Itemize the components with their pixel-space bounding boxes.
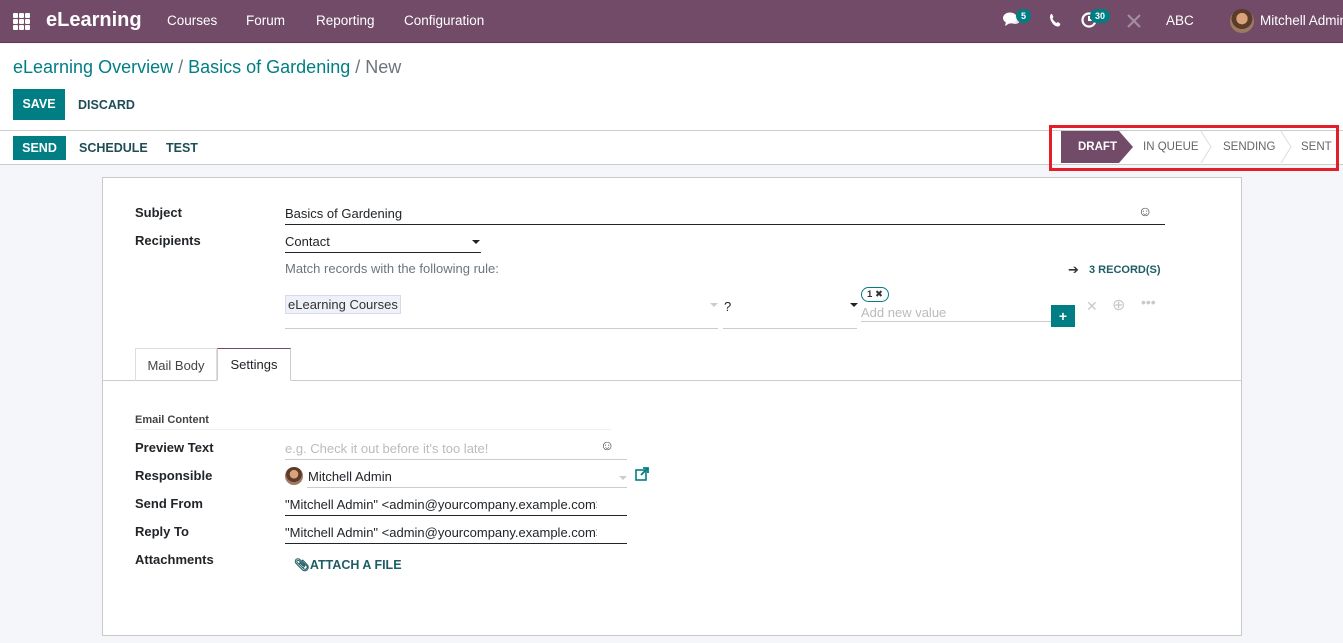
test-button[interactable]: TEST (166, 141, 198, 155)
reply-to-underline (285, 543, 627, 544)
rule-description: Match records with the following rule: (285, 261, 499, 276)
add-value-input[interactable]: Add new value (861, 305, 1051, 320)
recipients-underline (285, 252, 481, 253)
top-navbar: eLearning Courses Forum Reporting Config… (0, 0, 1343, 43)
send-from-underline (285, 515, 627, 516)
chevron-down-icon (710, 303, 718, 307)
domain-field-underline (285, 328, 718, 329)
menu-forum[interactable]: Forum (246, 13, 285, 28)
breadcrumb-current: New (365, 57, 402, 77)
subject-input[interactable]: Basics of Gardening (285, 206, 1135, 221)
attach-file-button[interactable]: 📎︎ATTACH A FILE (294, 558, 402, 573)
recipients-label: Recipients (135, 233, 201, 248)
stage-draft[interactable]: DRAFT (1061, 131, 1133, 163)
tab-settings[interactable]: Settings (217, 348, 291, 381)
emoji-icon[interactable]: ☺ (600, 437, 614, 453)
section-divider (135, 429, 611, 430)
add-value-underline (861, 321, 1051, 322)
activities-badge: 30 (1090, 9, 1111, 23)
tab-mail-body[interactable]: Mail Body (135, 348, 217, 381)
phone-icon[interactable] (1049, 13, 1061, 30)
breadcrumb: eLearning Overview / Basics of Gardening… (13, 57, 401, 78)
records-count-link[interactable]: 3 RECORD(S) (1089, 264, 1161, 276)
chevron-down-icon (472, 240, 480, 244)
discard-button[interactable]: DISCARD (78, 98, 135, 112)
messages-badge: 5 (1016, 9, 1032, 23)
add-value-button[interactable]: + (1051, 305, 1075, 327)
breadcrumb-item-course[interactable]: Basics of Gardening (188, 57, 350, 77)
company-switcher[interactable]: ABC (1166, 13, 1194, 28)
status-highlight-box: DRAFT IN QUEUE SENDING SENT (1049, 125, 1339, 171)
send-from-label: Send From (135, 496, 203, 511)
add-rule-icon[interactable]: ⊕ (1112, 295, 1125, 315)
form-statusbar: SEND SCHEDULE TEST DRAFT IN QUEUE SENDIN… (0, 125, 1343, 171)
responsible-label: Responsible (135, 468, 213, 483)
menu-configuration[interactable]: Configuration (404, 13, 484, 28)
responsible-underline (307, 487, 627, 488)
preview-text-input[interactable]: e.g. Check it out before it's too late! (285, 441, 585, 456)
emoji-icon[interactable]: ☺ (1138, 203, 1152, 219)
subject-label: Subject (135, 205, 182, 220)
domain-operator-underline (723, 328, 857, 329)
tools-icon[interactable] (1127, 14, 1141, 31)
recipients-select[interactable]: Contact (285, 234, 465, 249)
app-name[interactable]: eLearning (46, 9, 142, 32)
breadcrumb-separator: / (355, 57, 361, 77)
send-from-input[interactable]: "Mitchell Admin" <admin@yourcompany.exam… (285, 497, 597, 512)
preview-text-label: Preview Text (135, 440, 214, 455)
external-link-icon[interactable] (635, 467, 649, 484)
domain-field-path[interactable]: eLearning Courses (285, 295, 401, 314)
section-email-content: Email Content (135, 414, 209, 426)
responsible-avatar (285, 467, 303, 485)
stage-sent[interactable]: SENT (1301, 131, 1341, 163)
responsible-select[interactable]: Mitchell Admin (308, 469, 392, 484)
chevron-down-icon (619, 476, 627, 480)
menu-reporting[interactable]: Reporting (316, 13, 375, 28)
form-sheet: Subject Basics of Gardening ☺ Recipients… (102, 177, 1242, 636)
more-options-icon[interactable]: ••• (1141, 294, 1156, 310)
control-panel: eLearning Overview / Basics of Gardening… (0, 44, 1343, 131)
reply-to-label: Reply To (135, 524, 189, 539)
save-button[interactable]: SAVE (13, 89, 65, 120)
send-button[interactable]: SEND (13, 136, 66, 160)
subject-underline (285, 224, 1165, 225)
domain-value-tag[interactable]: 1 ✖ (861, 287, 889, 302)
apps-grid-icon[interactable] (13, 13, 30, 30)
domain-operator[interactable]: ? (724, 299, 731, 314)
breadcrumb-separator: / (178, 57, 184, 77)
stage-divider-icon (1280, 131, 1292, 163)
stage-divider-icon (1200, 131, 1212, 163)
user-menu[interactable]: Mitchell Admin (1260, 13, 1343, 28)
delete-rule-icon[interactable]: ✕ (1086, 298, 1098, 315)
chevron-down-icon (850, 303, 858, 307)
user-avatar[interactable] (1230, 9, 1254, 33)
schedule-button[interactable]: SCHEDULE (79, 141, 148, 155)
tag-label: 1 (867, 289, 873, 300)
remove-tag-icon[interactable]: ✖ (875, 289, 883, 300)
attach-file-label: ATTACH A FILE (309, 558, 402, 572)
preview-text-underline (285, 459, 627, 460)
breadcrumb-item-overview[interactable]: eLearning Overview (13, 57, 173, 77)
attachments-label: Attachments (135, 552, 214, 567)
menu-courses[interactable]: Courses (167, 13, 217, 28)
arrow-right-icon: ➔ (1068, 262, 1079, 277)
reply-to-input[interactable]: "Mitchell Admin" <admin@yourcompany.exam… (285, 525, 597, 540)
paperclip-icon: 📎︎ (294, 558, 310, 572)
